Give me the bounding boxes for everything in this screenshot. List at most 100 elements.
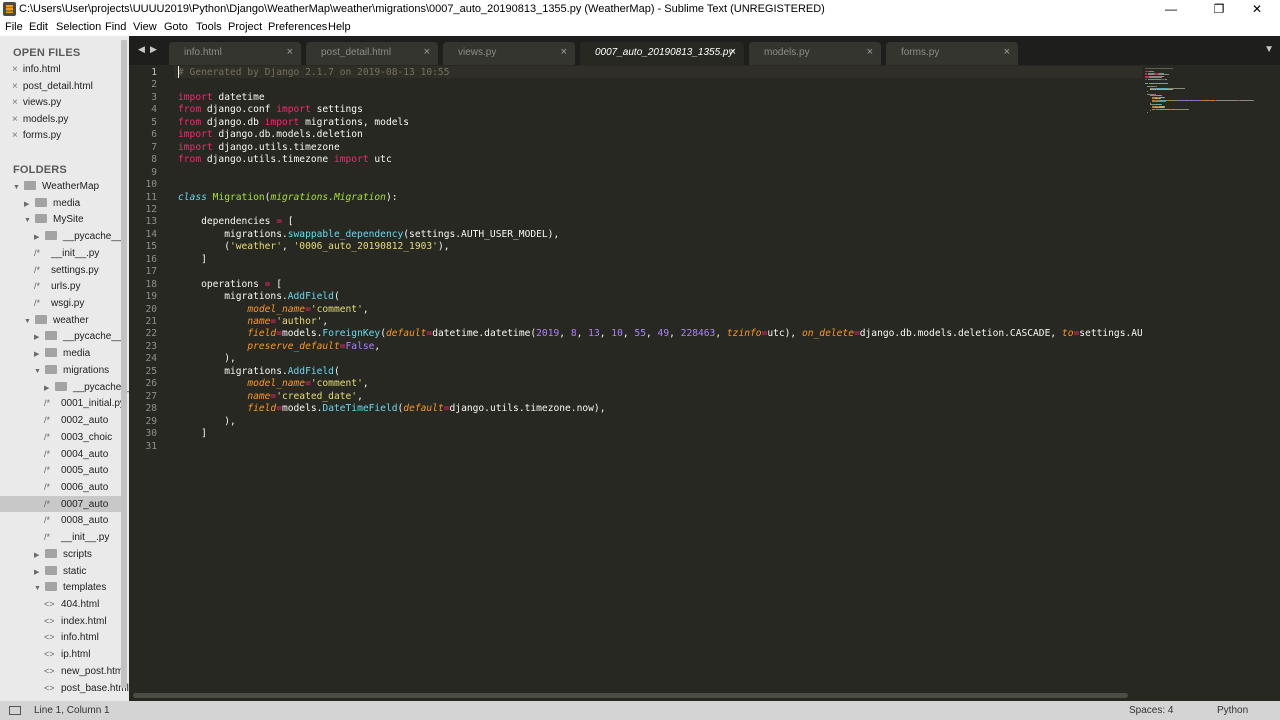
indentation-setting[interactable]: Spaces: 4 [1129,705,1173,716]
close-tab-icon[interactable]: × [424,46,430,58]
tree-folder[interactable]: ▼ WeatherMap [13,179,99,194]
menu-help[interactable]: Help [328,21,351,33]
tree-file[interactable]: /* urls.py [34,279,80,294]
tree-folder[interactable]: ▶ static [34,564,86,579]
close-file-icon[interactable]: × [12,64,18,75]
close-window-button[interactable]: ✕ [1234,0,1280,19]
open-file-item[interactable]: × views.py [12,97,61,108]
vertical-scrollbar[interactable] [1268,65,1280,691]
tree-file[interactable]: <> ip.html [44,647,90,662]
open-file-item[interactable]: × post_detail.html [12,81,93,92]
tab-list-menu-icon[interactable]: ▼ [1264,44,1274,55]
tree-file[interactable]: <> 404.html [44,597,99,612]
tab-info-html[interactable]: info.html × [169,42,301,65]
tree-folder[interactable]: ▼ weather [24,313,89,328]
chevron-right-icon[interactable]: ▶ [34,330,43,345]
tree-file[interactable]: <> new_post.html [44,664,125,679]
close-tab-icon[interactable]: × [561,46,567,58]
open-file-item[interactable]: × info.html [12,64,61,75]
tree-file[interactable]: /* 0007_auto [44,497,108,512]
chevron-right-icon[interactable]: ▶ [34,565,43,580]
tree-item-label: post_base.html [61,682,129,694]
sidebar-scrollbar[interactable] [121,40,127,688]
tree-file[interactable]: /* settings.py [34,263,99,278]
tree-file[interactable]: /* __init__.py [44,530,109,545]
chevron-down-icon[interactable]: ▼ [24,314,33,329]
tree-folder[interactable]: ▶ media [34,346,90,361]
tree-folder[interactable]: ▼ migrations [34,363,109,378]
close-file-icon[interactable]: × [12,114,18,125]
code-token: ( [333,365,340,377]
tree-file[interactable]: <> index.html [44,614,107,629]
tab-models-py[interactable]: models.py × [749,42,881,65]
menu-file[interactable]: File [5,21,23,33]
tree-folder[interactable]: ▼ templates [34,580,106,595]
menu-goto[interactable]: Goto [164,21,188,33]
code-token: utc [368,154,392,166]
tree-folder[interactable]: ▼ MySite [24,212,84,227]
code-editor[interactable]: # Generated by Django 2.1.7 on 2019-08-1… [178,65,1142,691]
code-token: migrations, models [299,116,410,128]
close-tab-icon[interactable]: × [287,46,293,58]
html-file-icon: <> [44,682,55,693]
tab-0007_auto_20190813_1355-py[interactable]: 0007_auto_20190813_1355.py × [580,42,744,65]
close-tab-icon[interactable]: × [1004,46,1010,58]
tab-views-py[interactable]: views.py × [443,42,575,65]
tab-forms-py[interactable]: forms.py × [886,42,1018,65]
tree-file[interactable]: <> info.html [44,630,99,645]
minimap-mark [1173,108,1190,110]
panel-toggle-icon[interactable] [9,706,21,715]
tree-file[interactable]: /* __init__.py [34,246,99,261]
tree-folder[interactable]: ▶ media [24,196,80,211]
chevron-down-icon[interactable]: ▼ [34,581,43,596]
close-file-icon[interactable]: × [12,130,18,141]
tree-file[interactable]: /* 0001_initial.py [44,396,125,411]
minimize-button[interactable]: — [1148,0,1194,19]
menu-find[interactable]: Find [105,21,126,33]
tree-file[interactable]: /* wsgi.py [34,296,84,311]
tree-folder[interactable]: ▶ __pycache__ [44,380,129,395]
menu-selection[interactable]: Selection [56,21,101,33]
line-number: 6 [151,129,157,141]
chevron-down-icon[interactable]: ▼ [13,180,22,195]
open-file-item[interactable]: × forms.py [12,130,61,141]
chevron-right-icon[interactable]: ▶ [34,230,43,245]
chevron-right-icon[interactable]: ▶ [34,548,43,563]
menu-view[interactable]: View [133,21,157,33]
open-file-item[interactable]: × models.py [12,114,68,125]
chevron-right-icon[interactable]: ▶ [24,197,33,212]
tree-folder[interactable]: ▶ __pycache__ [34,229,123,244]
menu-edit[interactable]: Edit [29,21,48,33]
close-tab-icon[interactable]: × [730,46,736,58]
code-token: [ [270,278,282,290]
tree-file[interactable]: /* 0006_auto [44,480,108,495]
tab-prev-arrow-icon[interactable]: ◀ [138,44,145,55]
tree-file[interactable]: /* 0008_auto [44,513,108,528]
menu-preferences[interactable]: Preferences [268,21,327,33]
tree-file[interactable]: /* 0002_auto [44,413,108,428]
menu-tools[interactable]: Tools [196,21,222,33]
tree-file[interactable]: /* 0005_auto [44,463,108,478]
tree-folder[interactable]: ▶ __pycache__ [34,329,123,344]
tree-file[interactable]: /* 0003_choic [44,430,112,445]
close-tab-icon[interactable]: × [867,46,873,58]
python-file-icon: /* [44,532,51,543]
tab-post_detail-html[interactable]: post_detail.html × [306,42,438,65]
tree-file[interactable]: /* 0004_auto [44,447,108,462]
minimap[interactable] [1142,65,1268,691]
tree-file[interactable]: <> post_base.html [44,681,129,696]
code-token: 49 [657,328,670,340]
horizontal-scrollbar[interactable] [129,691,1280,701]
chevron-down-icon[interactable]: ▼ [34,364,43,379]
tree-folder[interactable]: ▶ scripts [34,547,92,562]
chevron-right-icon[interactable]: ▶ [34,347,43,362]
chevron-right-icon[interactable]: ▶ [44,381,53,396]
menu-project[interactable]: Project [228,21,262,33]
code-line: from django.conf import settings [178,104,363,115]
close-file-icon[interactable]: × [12,81,18,92]
tab-next-arrow-icon[interactable]: ▶ [150,44,157,55]
syntax-mode[interactable]: Python [1217,705,1248,716]
horizontal-scroll-thumb[interactable] [133,693,1128,698]
close-file-icon[interactable]: × [12,97,18,108]
chevron-down-icon[interactable]: ▼ [24,213,33,228]
